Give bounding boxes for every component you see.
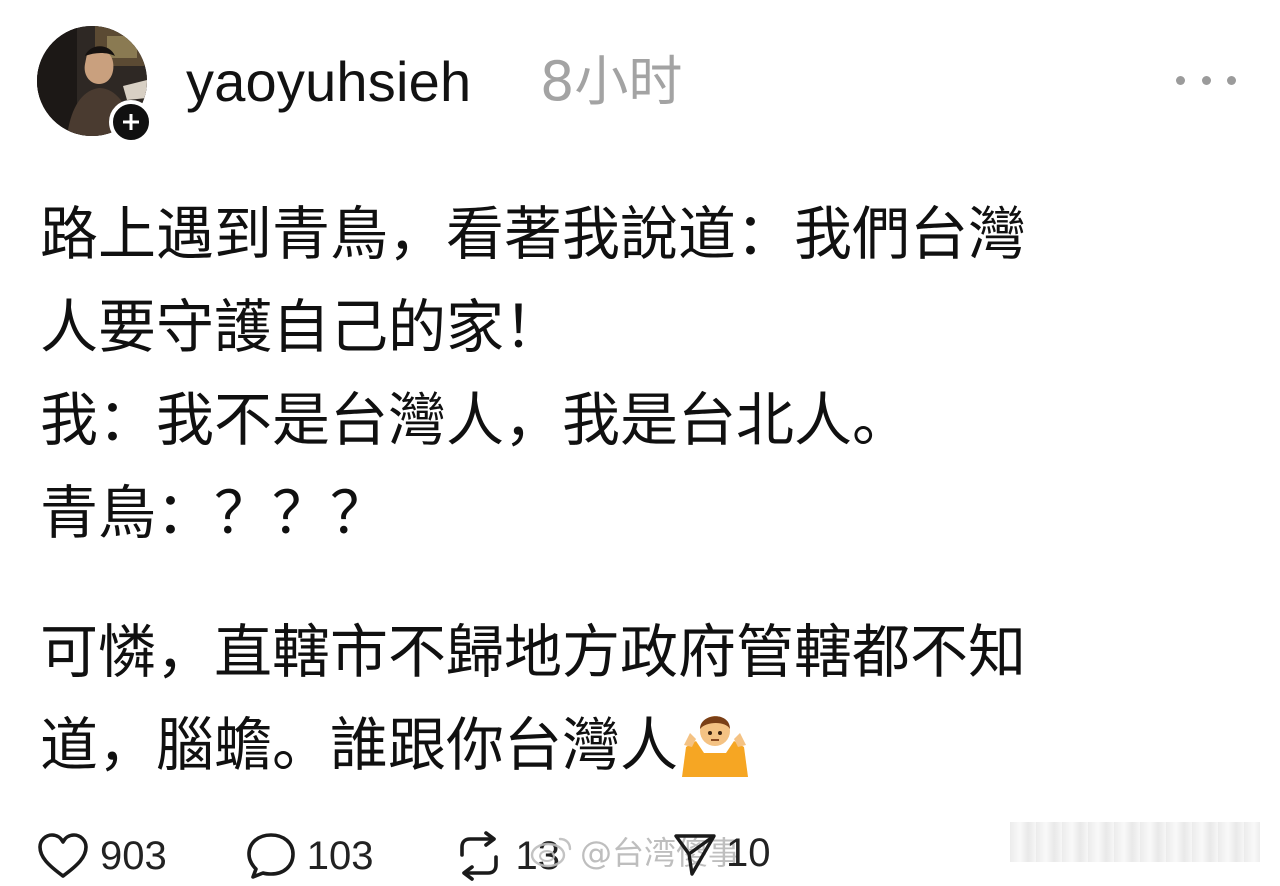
repost-icon xyxy=(459,831,498,881)
share-button[interactable]: 10 xyxy=(672,830,771,876)
weibo-logo-icon xyxy=(530,837,572,868)
post-timestamp: 8小时 xyxy=(540,50,683,113)
more-options-button[interactable] xyxy=(1176,60,1236,100)
send-icon xyxy=(674,834,716,876)
heart-icon xyxy=(38,833,88,878)
post-body-text: 可憐，直轄市不歸地方政府管轄都不知 道，腦蟾。誰跟你台灣人 xyxy=(40,618,1027,779)
avatar-container[interactable] xyxy=(37,26,153,144)
share-count: 10 xyxy=(726,830,771,875)
plus-icon xyxy=(123,114,139,130)
like-button[interactable]: 903 xyxy=(36,832,167,880)
follow-button[interactable] xyxy=(109,100,153,144)
post-actions-bar: 903 103 13 xyxy=(36,826,560,886)
person-shrugging-emoji xyxy=(682,716,749,777)
reply-count: 103 xyxy=(306,833,374,878)
username[interactable]: yaoyuhsieh xyxy=(186,46,471,118)
like-count: 903 xyxy=(100,833,167,878)
more-horizontal-icon xyxy=(1176,75,1185,85)
blurred-overlay xyxy=(1010,822,1260,862)
reply-button[interactable]: 103 xyxy=(245,831,374,881)
speech-bubble-icon xyxy=(246,833,295,879)
post-body-paragraph-1: 路上遇到青鳥，看著我說道：我們台灣 人要守護自己的家！ 我：我不是台灣人，我是台… xyxy=(40,200,1027,547)
more-horizontal-icon-dot xyxy=(1227,75,1236,85)
post-body-paragraph-2: 可憐，直轄市不歸地方政府管轄都不知 道，腦蟾。誰跟你台灣人 xyxy=(40,606,1220,792)
more-horizontal-icon-dot xyxy=(1201,75,1211,85)
